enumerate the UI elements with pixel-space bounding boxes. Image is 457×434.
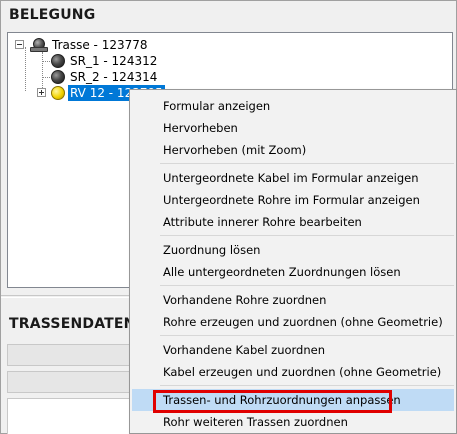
tree-node-child[interactable]: SR_1 - 124312: [8, 53, 208, 69]
trassendaten-text-area[interactable]: [7, 398, 132, 434]
menu-item[interactable]: Attribute innerer Rohre bearbeiten: [132, 211, 454, 233]
menu-item[interactable]: Trassen- und Rohrzuordnungen anpassen: [132, 389, 454, 411]
cable-dark-icon: [51, 70, 65, 84]
pipe-yellow-icon: [51, 86, 65, 100]
expand-icon[interactable]: [37, 88, 46, 97]
menu-item[interactable]: Rohr weiteren Trassen zuordnen: [132, 411, 454, 433]
menu-separator: [160, 335, 454, 336]
trasse-icon: [30, 38, 48, 52]
tree-node-label: SR_1 - 124312: [70, 54, 158, 68]
menu-item[interactable]: Hervorheben (mit Zoom): [132, 139, 454, 161]
tree-branch-line: [42, 61, 50, 62]
menu-separator: [160, 235, 454, 236]
collapse-icon[interactable]: [15, 40, 24, 49]
context-menu: Formular anzeigen Hervorheben Hervorheben …: [129, 89, 457, 434]
tree-node-label: SR_2 - 124314: [70, 70, 158, 84]
trassendaten-field[interactable]: [7, 371, 132, 393]
menu-item[interactable]: Hervorheben: [132, 117, 454, 139]
tree-node-root[interactable]: Trasse - 123778: [8, 37, 208, 53]
menu-separator: [160, 385, 454, 386]
trassendaten-section-title: TRASSENDATEN: [9, 316, 136, 332]
menu-item[interactable]: Alle untergeordneten Zuordnungen lösen: [132, 261, 454, 283]
cable-dark-icon: [51, 54, 65, 68]
menu-item[interactable]: Untergeordnete Rohre im Formular anzeige…: [132, 189, 454, 211]
tree-node-child[interactable]: SR_2 - 124314: [8, 69, 208, 85]
belegung-section-title: BELEGUNG: [9, 7, 96, 23]
tree-node-label: Trasse - 123778: [52, 38, 148, 52]
menu-item[interactable]: Vorhandene Kabel zuordnen: [132, 339, 454, 361]
tree-branch-line: [42, 77, 50, 78]
menu-separator: [160, 285, 454, 286]
menu-item[interactable]: Untergeordnete Kabel im Formular anzeige…: [132, 167, 454, 189]
menu-item[interactable]: Zuordnung lösen: [132, 239, 454, 261]
menu-item[interactable]: Vorhandene Rohre zuordnen: [132, 289, 454, 311]
menu-separator: [160, 163, 454, 164]
menu-item[interactable]: Formular anzeigen: [132, 95, 454, 117]
menu-item[interactable]: Kabel erzeugen und zuordnen (ohne Geomet…: [132, 361, 454, 383]
menu-item[interactable]: Rohre erzeugen und zuordnen (ohne Geomet…: [132, 311, 454, 333]
trassendaten-field[interactable]: [7, 344, 132, 366]
